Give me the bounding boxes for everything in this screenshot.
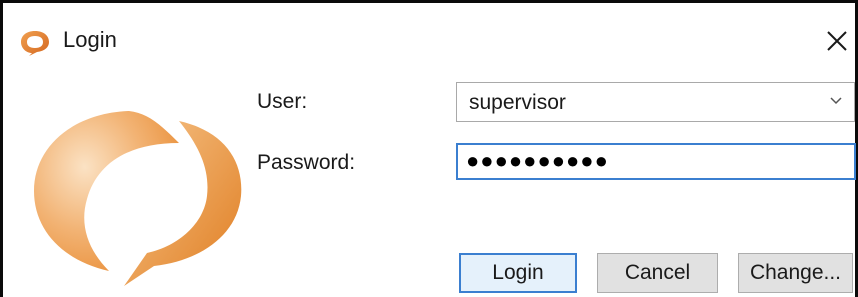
change-password-button[interactable]: Change... — [738, 253, 853, 293]
chevron-down-icon — [830, 97, 842, 105]
login-dialog: Login User: Password: supervisor ●●●●●●●… — [0, 0, 858, 297]
user-dropdown[interactable]: supervisor — [456, 82, 855, 122]
app-logo-icon — [21, 31, 49, 56]
password-field[interactable]: ●●●●●●●●●● — [456, 143, 856, 180]
speech-bubble-logo — [34, 111, 242, 286]
login-button[interactable]: Login — [459, 253, 577, 293]
password-label: Password: — [257, 151, 356, 174]
window-title: Login — [63, 27, 117, 52]
password-mask: ●●●●●●●●●● — [466, 148, 609, 173]
close-icon — [827, 31, 847, 51]
cancel-button[interactable]: Cancel — [597, 253, 718, 293]
user-value: supervisor — [469, 91, 566, 114]
close-button[interactable] — [821, 23, 853, 59]
user-label: User: — [257, 90, 308, 113]
